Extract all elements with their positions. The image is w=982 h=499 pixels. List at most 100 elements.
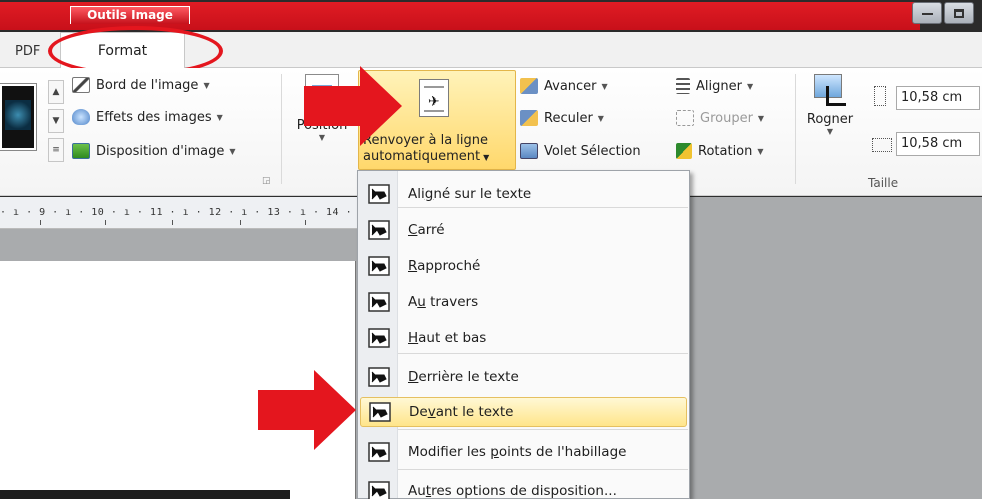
tab-pdf[interactable]: PDF: [15, 44, 40, 59]
picture-border-button[interactable]: Bord de l'image ▼: [72, 77, 210, 93]
wrap-through-icon: [368, 292, 390, 312]
ruler-tick: [240, 220, 241, 225]
rotate-button[interactable]: Rotation ▼: [676, 143, 764, 159]
smartart-layout-icon: [72, 143, 90, 159]
wrap-in-front-icon: [369, 402, 391, 422]
chevron-down-icon: ▼: [826, 127, 834, 136]
ruler-tick: [172, 220, 173, 225]
wrap-text-icon: ✈: [419, 79, 449, 117]
wrap-menu-item[interactable]: Modifier les points de l'habillage: [360, 437, 687, 467]
minimize-icon: [922, 13, 933, 15]
label-part: Ali: [408, 186, 425, 202]
pencil-border-icon: [72, 77, 90, 93]
wrap-tight-icon: [368, 256, 390, 276]
wrap-menu-item-label: Rapproché: [408, 258, 480, 274]
group-button[interactable]: Grouper ▼: [676, 110, 764, 126]
wrap-behind-icon: [368, 367, 390, 387]
picture-effects-button[interactable]: Effets des images ▼: [72, 109, 223, 125]
picture-layout-button[interactable]: Disposition d'image ▼: [72, 143, 236, 159]
width-input[interactable]: 10,58 cm: [896, 132, 980, 156]
ruler-tick: [40, 220, 41, 225]
wrap-menu-item-label: Au travers: [408, 294, 478, 310]
ribbon-tab-row: PDF Format: [0, 32, 982, 68]
label-part: De: [409, 404, 428, 420]
rotate-label: Rotation: [698, 143, 753, 159]
align-button[interactable]: Aligner ▼: [676, 78, 753, 94]
align-icon: [676, 78, 690, 94]
annotation-arrow-bottom: [258, 370, 356, 450]
group-separator: [795, 74, 796, 184]
styles-gallery-scroll: ▲ ▼ ≡: [48, 80, 64, 170]
horizontal-ruler: · ı · 9 · ı · 10 · ı · 11 · ı · 12 · ı ·…: [0, 197, 365, 229]
ruler-scale: · ı · 9 · ı · 10 · ı · 11 · ı · 12 · ı ·…: [0, 207, 366, 218]
label-part: ant le texte: [435, 404, 514, 420]
more-layout-options-icon: [368, 481, 390, 499]
inserted-picture[interactable]: [0, 490, 290, 499]
chevron-down-icon: ▼: [597, 113, 604, 123]
annotation-arrow-top: [304, 66, 402, 146]
selection-pane-button[interactable]: Volet Sélection: [520, 143, 641, 159]
wrap-menu-item[interactable]: Aligné sur le texte: [360, 179, 687, 209]
picture-effects-label: Effets des images: [96, 109, 212, 125]
crop-button[interactable]: Rogner ▼: [804, 72, 856, 136]
chevron-down-icon: ▼: [746, 81, 754, 91]
contextual-tab-group-label: Outils Image: [70, 6, 190, 24]
gallery-more-icon[interactable]: ≡: [48, 138, 64, 162]
send-backward-button[interactable]: Reculer ▼: [520, 110, 604, 126]
wrap-menu-item-label: Carré: [408, 222, 445, 238]
group-icon: [676, 110, 694, 126]
maximize-button[interactable]: [944, 2, 974, 24]
chevron-down-icon: ▼: [757, 113, 765, 123]
wrap-square-icon: [368, 220, 390, 240]
accelerator-key: p: [490, 444, 499, 460]
align-label: Aligner: [696, 78, 742, 94]
minimize-button[interactable]: [912, 2, 942, 24]
height-icon: [874, 86, 886, 106]
wrap-menu-item-label: Aligné sur le texte: [408, 186, 531, 202]
height-input[interactable]: 10,58 cm: [896, 86, 980, 110]
wrap-menu-item[interactable]: Autres options de disposition...: [360, 476, 687, 499]
wrap-text-menu: Aligné sur le texte Carré Rapproché Au trav…: [357, 170, 690, 499]
label-part: errière le texte: [418, 369, 519, 385]
wrap-menu-item[interactable]: Haut et bas: [360, 323, 687, 353]
bring-forward-icon: [520, 78, 538, 94]
bring-forward-button[interactable]: Avancer ▼: [520, 78, 608, 94]
wrap-menu-item-label: Derrière le texte: [408, 369, 519, 385]
wrap-menu-item[interactable]: Devant le texte: [360, 397, 687, 427]
size-group-title: Taille: [868, 176, 899, 190]
ruler-tick: [305, 220, 306, 225]
gallery-down-arrow-icon[interactable]: ▼: [48, 109, 64, 133]
wrap-menu-item[interactable]: Au travers: [360, 287, 687, 317]
wrap-inline-icon: [368, 184, 390, 204]
send-backward-label: Reculer: [544, 110, 593, 126]
chevron-down-icon: ▼: [216, 112, 223, 122]
ruler-tick: [105, 220, 106, 225]
picture-border-label: Bord de l'image: [96, 77, 199, 93]
label-part: arré: [417, 222, 445, 238]
chevron-down-icon: ▼: [229, 146, 236, 156]
dialog-launcher-icon[interactable]: ◲: [262, 176, 271, 186]
chevron-down-icon: ▼: [601, 81, 608, 91]
label-part: oints de l'habillage: [498, 444, 627, 460]
selection-pane-icon: [520, 143, 538, 159]
menu-separator: [398, 469, 688, 470]
label-part: Au: [408, 483, 426, 499]
accelerator-key: u: [417, 294, 426, 310]
accelerator-key: D: [408, 369, 419, 385]
title-bar: Outils Image: [0, 0, 982, 32]
wrap-top-bottom-icon: [368, 328, 390, 348]
wrap-menu-item[interactable]: Carré: [360, 215, 687, 245]
label-part: approché: [417, 258, 481, 274]
gallery-up-arrow-icon[interactable]: ▲: [48, 80, 64, 104]
label-part: travers: [425, 294, 479, 310]
edit-wrap-points-icon: [368, 442, 390, 462]
wrap-menu-item[interactable]: Rapproché: [360, 251, 687, 281]
menu-separator: [398, 429, 688, 430]
tab-format[interactable]: Format: [60, 32, 185, 68]
width-icon: [872, 138, 892, 152]
picture-style-thumbnail[interactable]: [0, 84, 36, 150]
wrap-menu-item[interactable]: Derrière le texte: [360, 362, 687, 392]
rotate-icon: [676, 143, 692, 159]
label-part: A: [408, 294, 418, 310]
menu-separator: [398, 353, 688, 354]
